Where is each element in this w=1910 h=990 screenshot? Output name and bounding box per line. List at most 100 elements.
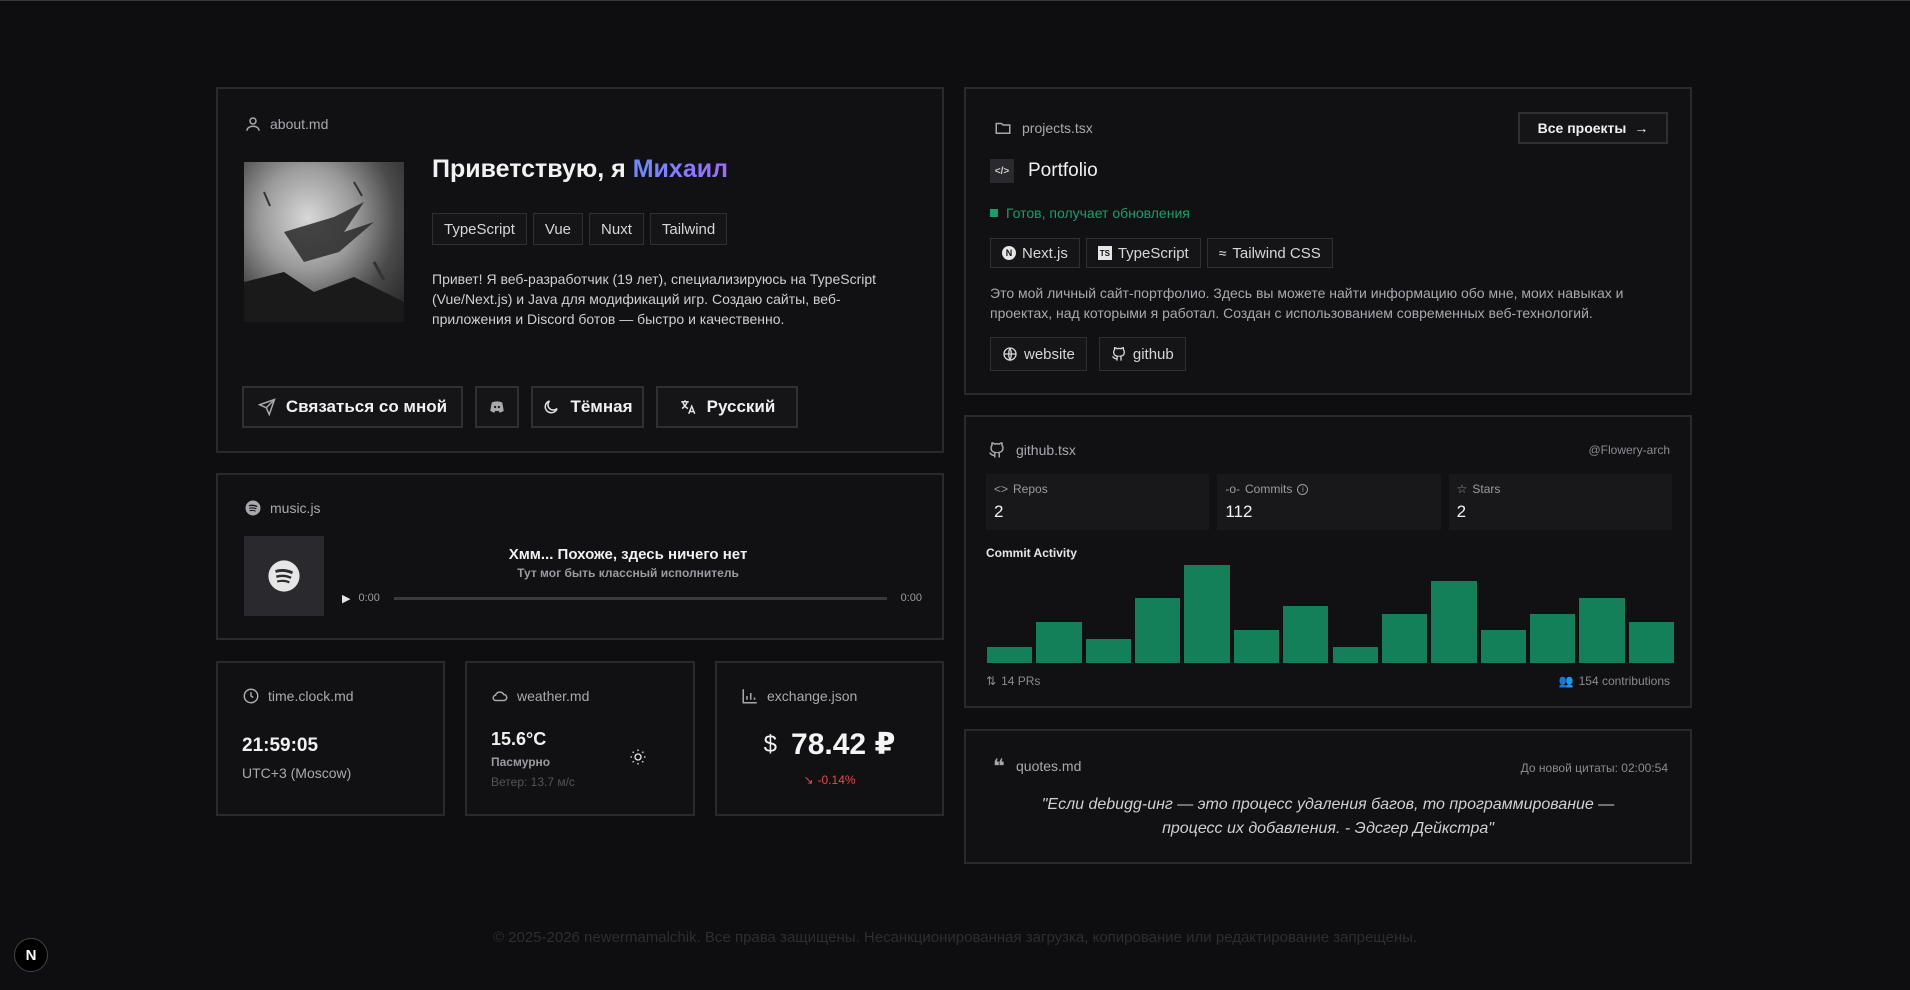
skill-tag: Nuxt	[589, 213, 644, 245]
code-icon: </>	[990, 159, 1014, 183]
tech-tag: ≈ Tailwind CSS	[1206, 238, 1333, 268]
greeting-text: Приветствую, я	[432, 155, 633, 183]
album-art	[244, 536, 324, 616]
clock-zone: UTC+3 (Moscow)	[242, 765, 352, 781]
clock-icon	[242, 687, 260, 705]
language-button[interactable]: Русский	[656, 386, 798, 428]
skill-tag: Tailwind	[649, 213, 728, 245]
greeting-title: Приветствую, я Михаил	[432, 155, 728, 184]
project-status: Готов, получает обновления	[990, 205, 1190, 221]
skill-tags: TypeScript Vue Nuxt Tailwind	[432, 213, 728, 245]
weather-temp: 15.6°C	[491, 729, 547, 749]
track-artist: Тут мог быть классный исполнитель	[517, 566, 739, 580]
github-link[interactable]: github	[1098, 337, 1186, 371]
music-header: music.js	[244, 499, 321, 517]
project-description: Это мой личный сайт-портфолио. Здесь вы …	[990, 285, 1624, 321]
commit-icon: -o-	[1225, 482, 1240, 496]
track-title: Хмм... Похоже, здесь ничего нет	[508, 546, 748, 563]
prs-count: 14 PRs	[1001, 674, 1041, 688]
sun-icon	[624, 743, 652, 771]
projects-card: projects.tsx Все проекты → </> Portfolio…	[964, 87, 1692, 395]
project-name: Portfolio	[1028, 160, 1098, 181]
about-file-label: about.md	[270, 116, 329, 132]
stat-repos: <> Repos 2	[986, 474, 1210, 530]
activity-bar	[1135, 597, 1181, 663]
nextjs-badge-icon[interactable]: N	[14, 938, 48, 972]
stat-commits: -o- Commits i 112	[1217, 474, 1441, 530]
stat-label: Repos	[1013, 482, 1048, 496]
footer-copyright: © 2025-2026 newermamalchik. Все права за…	[492, 929, 1418, 946]
activity-bar	[1332, 646, 1378, 663]
github-icon	[1111, 346, 1127, 362]
activity-bar	[1233, 630, 1280, 663]
about-card: about.md Приветствую, я Михаил TypeScrip…	[216, 87, 944, 453]
weather-file-label: weather.md	[517, 688, 590, 704]
exchange-change-row: ↘ -0.14%	[717, 773, 942, 787]
current-time: 0:00	[358, 592, 380, 604]
about-actions: Связаться со мной Тёмная Русский	[242, 386, 798, 428]
send-icon	[257, 398, 276, 416]
contact-button[interactable]: Связаться со мной	[242, 386, 463, 428]
all-projects-button[interactable]: Все проекты →	[1518, 112, 1668, 144]
trend-down-icon: ↘	[803, 773, 814, 787]
theme-toggle-button[interactable]: Тёмная	[531, 386, 644, 428]
play-icon[interactable]: ▶	[342, 592, 350, 605]
clock-file-label: time.clock.md	[268, 688, 354, 704]
github-file-label: github.tsx	[1016, 442, 1076, 458]
tech-tag: N Next.js	[990, 238, 1080, 268]
discord-button[interactable]	[475, 386, 519, 428]
spotify-logo-icon	[268, 560, 300, 592]
next-quote-timer: До новой цитаты: 02:00:54	[1520, 761, 1668, 775]
quotes-file-label: quotes.md	[1016, 758, 1082, 774]
star-icon: ☆	[1456, 482, 1468, 496]
bio-text: Привет! Я веб-разработчик (19 лет), спец…	[432, 271, 877, 327]
pull-request-icon: ⇅	[986, 674, 997, 688]
projects-header: projects.tsx	[992, 117, 1093, 139]
about-header: about.md	[244, 115, 328, 133]
project-status-text: Готов, получает обновления	[1006, 205, 1190, 221]
skill-tag: TypeScript	[432, 213, 527, 245]
music-card: music.js Хмм... Похоже, здесь ничего нет…	[216, 473, 944, 640]
stat-label: Commits	[1245, 482, 1293, 496]
quote-icon: ❝	[993, 755, 1005, 778]
typescript-icon: TS	[1097, 246, 1112, 260]
folder-icon	[992, 117, 1014, 139]
exchange-rate-row: $ 78.42 ₽	[717, 727, 942, 762]
progress-bar[interactable]	[393, 596, 887, 600]
github-card: github.tsx @Flowery-arch <> Repos 2 -o- Co…	[964, 415, 1692, 708]
quotes-header: ❝ quotes.md	[990, 755, 1082, 778]
projects-file-label: projects.tsx	[1022, 120, 1093, 136]
github-stats: <> Repos 2 -o- Commits i 112 ☆ Stars 2	[986, 474, 1672, 530]
project-links: website github	[990, 337, 1186, 371]
contributions-count: 154 contributions	[1578, 674, 1670, 688]
website-link[interactable]: website	[990, 337, 1087, 371]
commit-activity-chart	[987, 565, 1674, 663]
nextjs-icon: N	[1002, 246, 1016, 260]
stat-repos-label-row: <> Repos	[994, 482, 1201, 496]
website-link-label: website	[1024, 345, 1075, 363]
github-header: github.tsx	[986, 439, 1076, 461]
all-projects-label: Все проекты	[1537, 120, 1627, 136]
github-link-label: github	[1132, 345, 1174, 363]
weather-header: weather.md	[491, 687, 589, 705]
music-file-label: music.js	[270, 500, 321, 516]
info-icon[interactable]: i	[1297, 483, 1309, 495]
activity-bar	[1529, 614, 1576, 663]
tech-tag: TS TypeScript	[1085, 238, 1201, 268]
moon-icon	[542, 398, 560, 416]
contact-button-label: Связаться со мной	[285, 397, 448, 416]
clock-time: 21:59:05	[242, 735, 319, 756]
stat-value: 2	[994, 502, 1004, 521]
language-label: Русский	[706, 397, 776, 416]
tech-tag-label: TypeScript	[1117, 244, 1189, 262]
github-username[interactable]: @Flowery-arch	[1588, 443, 1670, 457]
exchange-card: exchange.json $ 78.42 ₽ ↘ -0.14%	[715, 661, 944, 816]
contributions-row: 👥 154 contributions	[1559, 674, 1670, 688]
prs-count-row: ⇅ 14 PRs	[986, 674, 1040, 688]
weather-wind: Ветер: 13.7 м/с	[491, 775, 575, 789]
activity-bar	[1184, 565, 1230, 663]
stat-stars: ☆ Stars 2	[1448, 474, 1672, 530]
top-divider	[0, 0, 1910, 1]
skill-tag: Vue	[532, 213, 584, 245]
weather-card: weather.md 15.6°C Пасмурно Ветер: 13.7 м…	[465, 661, 695, 816]
